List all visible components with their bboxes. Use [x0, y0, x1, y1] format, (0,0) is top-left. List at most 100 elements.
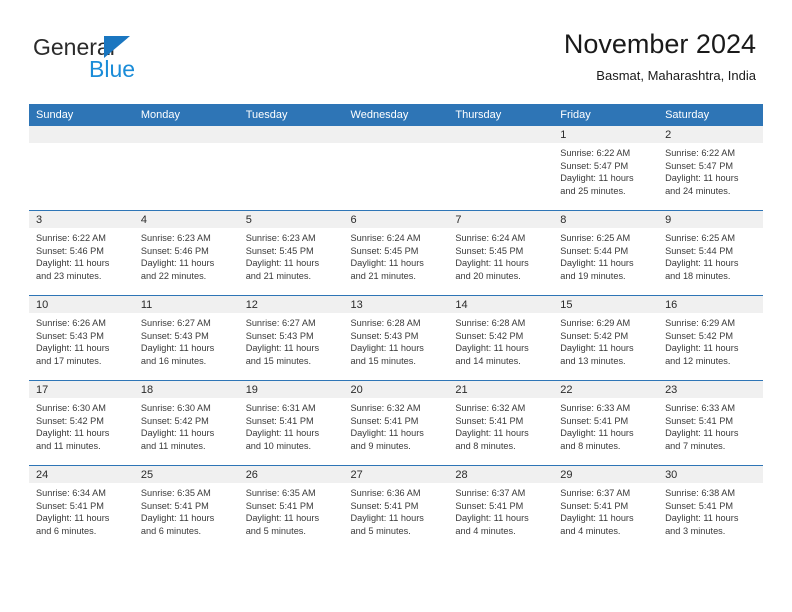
page-title: November 2024	[563, 29, 756, 59]
calendar-day-cell[interactable]: 2 Sunrise: 6:22 AM Sunset: 5:47 PM Daylight…	[658, 126, 763, 211]
day-detail-line: Sunset: 5:45 PM	[245, 245, 314, 256]
day-number	[343, 126, 449, 143]
calendar-day-cell[interactable]: 25 Sunrise: 6:35 AM Sunset: 5:41 PM Dayligh…	[133, 465, 239, 550]
calendar-day-cell[interactable]: 21 Sunrise: 6:32 AM Sunset: 5:41 PM Dayligh…	[448, 380, 554, 466]
day-detail-line: and 15 minutes.	[350, 355, 416, 366]
calendar-day-cell[interactable]: 9 Sunrise: 6:25 AM Sunset: 5:44 PM Daylight…	[658, 210, 763, 296]
day-number: 26	[238, 466, 344, 483]
day-details: Sunrise: 6:35 AM Sunset: 5:41 PM Daylight:…	[239, 483, 344, 537]
calendar-day-cell[interactable]: 5 Sunrise: 6:23 AM Sunset: 5:45 PM Daylight…	[238, 210, 344, 296]
day-number: 5	[238, 211, 344, 228]
day-number: 25	[133, 466, 239, 483]
day-detail-line: and 14 minutes.	[455, 355, 521, 366]
day-number	[448, 126, 554, 143]
logo-text-blue: Blue	[89, 56, 136, 82]
calendar-day-cell[interactable]: 6 Sunrise: 6:24 AM Sunset: 5:45 PM Daylight…	[343, 210, 449, 296]
calendar-day-cell[interactable]: 7 Sunrise: 6:24 AM Sunset: 5:45 PM Daylight…	[448, 210, 554, 296]
day-details: Sunrise: 6:22 AM Sunset: 5:47 PM Daylight:…	[553, 143, 658, 197]
calendar-day-cell[interactable]: 30 Sunrise: 6:38 AM Sunset: 5:41 PM Dayligh…	[658, 465, 763, 550]
calendar-day-cell[interactable]: 20 Sunrise: 6:32 AM Sunset: 5:41 PM Dayligh…	[343, 380, 449, 466]
calendar-day-cell[interactable]: 28 Sunrise: 6:37 AM Sunset: 5:41 PM Dayligh…	[448, 465, 554, 550]
day-number: 15	[553, 296, 659, 313]
day-detail-line: and 5 minutes.	[245, 525, 306, 536]
day-number: 7	[448, 211, 554, 228]
day-number: 9	[658, 211, 763, 228]
day-detail-line: Sunrise: 6:36 AM	[350, 488, 421, 498]
weekday-header-friday: Friday	[553, 104, 659, 126]
day-detail-line: and 4 minutes.	[560, 525, 621, 536]
day-detail-line: Daylight: 11 hours	[36, 428, 110, 439]
day-detail-line: Sunset: 5:46 PM	[36, 245, 104, 256]
calendar-body: 1 Sunrise: 6:22 AM Sunset: 5:47 PM Daylight…	[29, 126, 763, 550]
day-detail-line: Sunrise: 6:27 AM	[245, 318, 316, 328]
day-details: Sunrise: 6:30 AM Sunset: 5:42 PM Daylight:…	[134, 398, 239, 452]
calendar-day-cell[interactable]: 17 Sunrise: 6:30 AM Sunset: 5:42 PM Dayligh…	[29, 380, 134, 466]
day-details: Sunrise: 6:27 AM Sunset: 5:43 PM Daylight:…	[134, 313, 239, 367]
day-detail-line: Sunset: 5:41 PM	[350, 415, 419, 426]
calendar-day-cell[interactable]: 27 Sunrise: 6:36 AM Sunset: 5:41 PM Dayligh…	[343, 465, 449, 550]
day-detail-line: Daylight: 11 hours	[455, 258, 529, 269]
calendar-day-cell[interactable]: 13 Sunrise: 6:28 AM Sunset: 5:43 PM Dayligh…	[343, 295, 449, 381]
day-detail-line: and 10 minutes.	[245, 440, 312, 451]
day-details: Sunrise: 6:33 AM Sunset: 5:41 PM Daylight:…	[658, 398, 763, 452]
calendar-day-cell[interactable]: 12 Sunrise: 6:27 AM Sunset: 5:43 PM Dayligh…	[238, 295, 344, 381]
calendar-page: General Blue November 2024 Basmat, Mahar…	[0, 0, 792, 612]
day-detail-line: Sunset: 5:44 PM	[665, 245, 733, 256]
day-detail-line: and 15 minutes.	[245, 355, 312, 366]
calendar-day-cell[interactable]: 1 Sunrise: 6:22 AM Sunset: 5:47 PM Daylight…	[553, 126, 659, 211]
calendar-day-cell[interactable]: 4 Sunrise: 6:23 AM Sunset: 5:46 PM Daylight…	[133, 210, 239, 296]
day-number: 24	[29, 466, 134, 483]
day-detail-line: Sunset: 5:42 PM	[665, 330, 733, 341]
day-number	[133, 126, 239, 143]
day-number: 23	[658, 381, 763, 398]
day-detail-line: and 17 minutes.	[36, 355, 102, 366]
calendar-day-cell[interactable]: 24 Sunrise: 6:34 AM Sunset: 5:41 PM Dayligh…	[29, 465, 134, 550]
day-detail-line: Sunset: 5:41 PM	[36, 500, 104, 511]
day-detail-line: and 9 minutes.	[350, 440, 411, 451]
day-detail-line: Sunrise: 6:30 AM	[36, 403, 106, 413]
page-subtitle: Basmat, Maharashtra, India	[596, 68, 756, 83]
day-detail-line: Daylight: 11 hours	[245, 258, 320, 269]
calendar-day-cell[interactable]: 8 Sunrise: 6:25 AM Sunset: 5:44 PM Daylight…	[553, 210, 659, 296]
calendar-cell-empty	[29, 126, 134, 211]
calendar-day-cell[interactable]: 11 Sunrise: 6:27 AM Sunset: 5:43 PM Dayligh…	[133, 295, 239, 381]
day-number: 29	[553, 466, 659, 483]
day-detail-line: and 24 minutes.	[665, 185, 731, 196]
weekday-header-saturday: Saturday	[658, 104, 763, 126]
day-detail-line: Sunrise: 6:28 AM	[455, 318, 526, 328]
day-detail-line: and 13 minutes.	[560, 355, 626, 366]
calendar-day-cell[interactable]: 22 Sunrise: 6:33 AM Sunset: 5:41 PM Dayligh…	[553, 380, 659, 466]
day-detail-line: Sunset: 5:41 PM	[140, 500, 209, 511]
calendar-day-cell[interactable]: 3 Sunrise: 6:22 AM Sunset: 5:46 PM Daylight…	[29, 210, 134, 296]
day-detail-line: Sunrise: 6:37 AM	[455, 488, 526, 498]
day-detail-line: Daylight: 11 hours	[455, 343, 529, 354]
calendar-day-cell[interactable]: 14 Sunrise: 6:28 AM Sunset: 5:42 PM Dayligh…	[448, 295, 554, 381]
day-detail-line: Daylight: 11 hours	[245, 343, 320, 354]
calendar-day-cell[interactable]: 15 Sunrise: 6:29 AM Sunset: 5:42 PM Dayligh…	[553, 295, 659, 381]
day-detail-line: Sunset: 5:41 PM	[245, 500, 314, 511]
calendar-day-cell[interactable]: 29 Sunrise: 6:37 AM Sunset: 5:41 PM Dayligh…	[553, 465, 659, 550]
calendar-day-cell[interactable]: 10 Sunrise: 6:26 AM Sunset: 5:43 PM Dayligh…	[29, 295, 134, 381]
day-detail-line: Sunrise: 6:25 AM	[560, 233, 631, 243]
day-details	[239, 143, 344, 147]
day-detail-line: and 8 minutes.	[455, 440, 516, 451]
day-details: Sunrise: 6:23 AM Sunset: 5:45 PM Daylight:…	[239, 228, 344, 282]
day-number: 18	[133, 381, 239, 398]
calendar-day-cell[interactable]: 16 Sunrise: 6:29 AM Sunset: 5:42 PM Dayligh…	[658, 295, 763, 381]
calendar-day-cell[interactable]: 26 Sunrise: 6:35 AM Sunset: 5:41 PM Dayligh…	[238, 465, 344, 550]
day-details: Sunrise: 6:32 AM Sunset: 5:41 PM Daylight:…	[344, 398, 449, 452]
day-detail-line: Sunrise: 6:25 AM	[665, 233, 736, 243]
calendar-day-cell[interactable]: 19 Sunrise: 6:31 AM Sunset: 5:41 PM Dayligh…	[238, 380, 344, 466]
day-detail-line: Daylight: 11 hours	[36, 343, 110, 354]
logo-general-blue[interactable]: General Blue	[33, 34, 253, 86]
day-detail-line: Sunrise: 6:24 AM	[455, 233, 526, 243]
day-detail-line: Sunrise: 6:28 AM	[350, 318, 421, 328]
day-details	[134, 143, 239, 147]
day-detail-line: Sunrise: 6:23 AM	[245, 233, 316, 243]
day-number: 10	[29, 296, 134, 313]
calendar-day-cell[interactable]: 23 Sunrise: 6:33 AM Sunset: 5:41 PM Dayligh…	[658, 380, 763, 466]
calendar-day-cell[interactable]: 18 Sunrise: 6:30 AM Sunset: 5:42 PM Dayligh…	[133, 380, 239, 466]
day-detail-line: Daylight: 11 hours	[455, 428, 529, 439]
day-details	[448, 143, 553, 147]
weekday-header-row: Sunday Monday Tuesday Wednesday Thursday…	[29, 104, 763, 126]
